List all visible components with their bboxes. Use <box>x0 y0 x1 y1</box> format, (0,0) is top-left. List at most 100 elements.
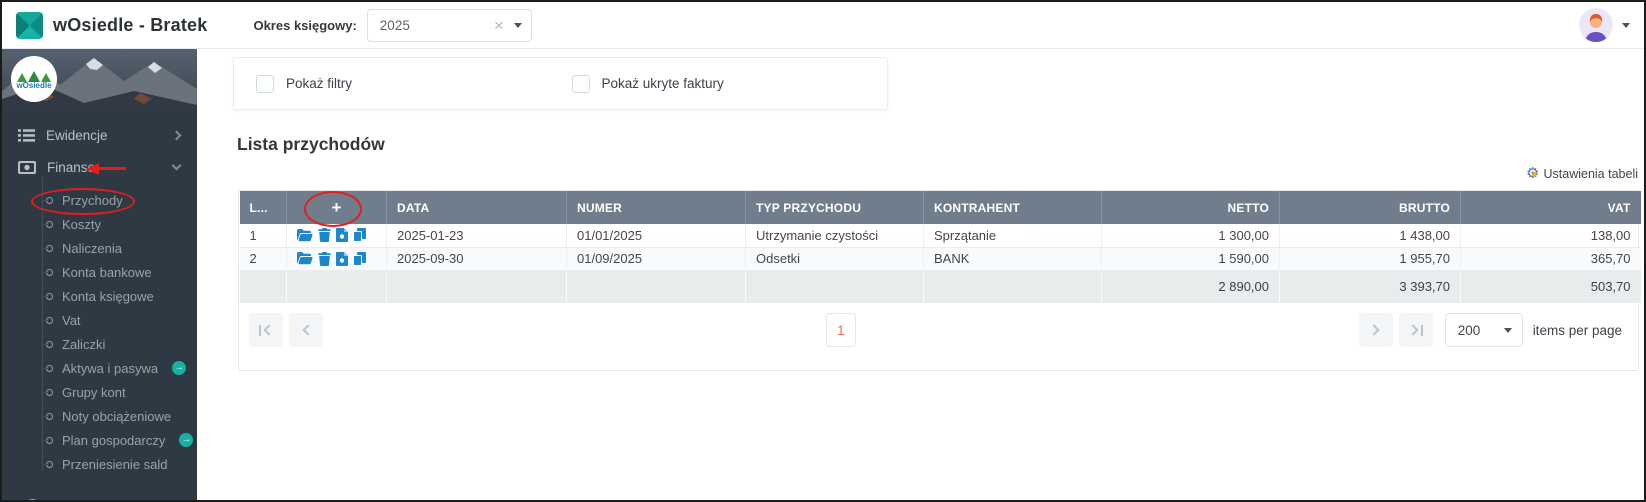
gear-icon: ⚙ <box>1526 166 1539 181</box>
pager: 1 200 items per page <box>239 303 1638 370</box>
sidebar-item-partial[interactable] <box>2 492 197 500</box>
table-row: 2 2025-09-30 01/09/2025 Odsetki <box>240 247 1641 270</box>
next-page-button[interactable] <box>1359 313 1393 347</box>
cell-numer: 01/09/2025 <box>567 247 746 270</box>
sidebar-item-aktywa-i-pasywa[interactable]: Aktywa i pasywa→ <box>2 356 197 380</box>
avatar-illustration <box>1579 8 1613 42</box>
top-header: wOsiedle - Bratek Okres księgowy: 2025 × <box>2 2 1644 49</box>
sidebar-item-naliczenia[interactable]: Naliczenia <box>2 236 197 260</box>
chevron-down-icon[interactable] <box>514 23 522 28</box>
column-header-typ-przychodu[interactable]: TYP PRZYCHODU <box>746 191 924 224</box>
sidebar-item-label: Przychody <box>62 193 123 208</box>
pdf-file-icon[interactable] <box>336 252 348 266</box>
cell-vat: 365,70 <box>1461 247 1641 270</box>
page-size-value: 200 <box>1458 323 1504 338</box>
avatar[interactable] <box>1579 8 1613 42</box>
previous-page-button[interactable] <box>289 313 323 347</box>
circle-icon <box>24 499 41 501</box>
bullet-icon <box>46 461 53 468</box>
money-icon <box>18 161 36 174</box>
cell-typ: Odsetki <box>746 247 924 270</box>
table-settings-link[interactable]: ⚙ Ustawienia tabeli <box>233 166 1638 181</box>
cell-brutto: 1 955,70 <box>1280 247 1461 270</box>
add-income-button[interactable]: + <box>332 199 342 216</box>
bullet-icon <box>46 197 53 204</box>
bullet-icon <box>46 389 53 396</box>
user-menu-caret-icon[interactable] <box>1622 23 1630 28</box>
summary-brutto: 3 393,70 <box>1280 270 1461 303</box>
open-folder-icon[interactable] <box>297 229 313 242</box>
sidebar-item-koszty[interactable]: Koszty <box>2 212 197 236</box>
cell-kontrahent: Sprzątanie <box>924 224 1102 247</box>
page-size-select[interactable]: 200 <box>1445 313 1523 347</box>
open-folder-icon[interactable] <box>297 252 313 265</box>
bullet-icon <box>46 293 53 300</box>
main-content: Pokaż filtry Pokaż ukryte faktury Lista … <box>197 49 1644 500</box>
sidebar-item-ewidencje[interactable]: Ewidencje <box>2 119 197 151</box>
sidebar-item-label: Plan gospodarczy <box>62 433 165 448</box>
cell-lp: 2 <box>240 247 287 270</box>
chevron-down-icon <box>1504 328 1512 333</box>
trash-icon[interactable] <box>318 252 331 266</box>
sidebar-item-label: Przeniesienie sald <box>62 457 168 472</box>
sidebar-item-przeniesienie-sald[interactable]: Przeniesienie sald <box>2 452 197 476</box>
show-hidden-group: Pokaż ukryte faktury <box>572 75 888 93</box>
sidebar-item-plan-gospodarczy[interactable]: Plan gospodarczy→ <box>2 428 197 452</box>
cell-actions <box>287 247 387 270</box>
trash-icon[interactable] <box>318 228 331 242</box>
sidebar-item-grupy-kont[interactable]: Grupy kont <box>2 380 197 404</box>
cell-kontrahent: BANK <box>924 247 1102 270</box>
period-value: 2025 <box>380 18 494 33</box>
income-grid: L... + DATA NUMER TYP PRZYCHODU KONTRAHE… <box>238 190 1639 371</box>
column-header-netto[interactable]: NETTO <box>1102 191 1280 224</box>
summary-netto: 2 890,00 <box>1102 270 1280 303</box>
sidebar-item-przychody[interactable]: Przychody <box>2 188 197 212</box>
period-select[interactable]: 2025 × <box>367 9 532 42</box>
sidebar-item-label: Noty obciążeniowe <box>62 409 171 424</box>
cell-data: 2025-01-23 <box>387 224 567 247</box>
finance-submenu: Przychody Koszty Naliczenia Konta bankow… <box>2 183 197 476</box>
bullet-icon <box>46 365 53 372</box>
page-number-button[interactable]: 1 <box>826 313 856 347</box>
cell-vat: 138,00 <box>1461 224 1641 247</box>
sidebar-item-label: Zaliczki <box>62 337 105 352</box>
income-table: L... + DATA NUMER TYP PRZYCHODU KONTRAHE… <box>239 191 1641 303</box>
last-page-button[interactable] <box>1399 313 1433 347</box>
sidebar-item-noty-obciazeniowe[interactable]: Noty obciążeniowe <box>2 404 197 428</box>
arrow-badge-icon: → <box>172 361 186 375</box>
page-title: Lista przychodów <box>237 134 1638 155</box>
pdf-file-icon[interactable] <box>336 228 348 242</box>
cell-actions <box>287 224 387 247</box>
clear-icon[interactable]: × <box>494 17 504 34</box>
show-hidden-invoices-checkbox[interactable] <box>572 75 590 93</box>
sidebar-item-label: Naliczenia <box>62 241 122 256</box>
houses-icon <box>17 71 51 82</box>
sidebar-item-label: Konta księgowe <box>62 289 154 304</box>
column-header-actions: + <box>287 191 387 224</box>
show-filters-checkbox[interactable] <box>256 75 274 93</box>
cell-netto: 1 300,00 <box>1102 224 1280 247</box>
copy-icon[interactable] <box>353 252 366 266</box>
column-header-vat[interactable]: VAT <box>1461 191 1641 224</box>
sidebar-item-konta-ksiegowe[interactable]: Konta księgowe <box>2 284 197 308</box>
sidebar-item-label: Koszty <box>62 217 101 232</box>
sidebar-item-vat[interactable]: Vat <box>2 308 197 332</box>
copy-icon[interactable] <box>353 228 366 242</box>
chevron-down-icon <box>172 161 182 171</box>
column-header-kontrahent[interactable]: KONTRAHENT <box>924 191 1102 224</box>
sidebar-item-label: Konta bankowe <box>62 265 152 280</box>
first-page-button[interactable] <box>249 313 283 347</box>
cell-data: 2025-09-30 <box>387 247 567 270</box>
column-header-numer[interactable]: NUMER <box>567 191 746 224</box>
cell-netto: 1 590,00 <box>1102 247 1280 270</box>
sidebar-item-konta-bankowe[interactable]: Konta bankowe <box>2 260 197 284</box>
sidebar-item-finanse[interactable]: Finanse <box>2 151 197 183</box>
sidebar-item-zaliczki[interactable]: Zaliczki <box>2 332 197 356</box>
sidebar-logo: wOsiedle <box>11 56 57 102</box>
column-header-brutto[interactable]: BRUTTO <box>1280 191 1461 224</box>
column-header-data[interactable]: DATA <box>387 191 567 224</box>
bullet-icon <box>46 245 53 252</box>
table-row: 1 2025-01-23 01/01/2025 Utrzymanie czyst <box>240 224 1641 247</box>
list-icon <box>18 129 35 142</box>
column-header-lp[interactable]: L... <box>240 191 287 224</box>
